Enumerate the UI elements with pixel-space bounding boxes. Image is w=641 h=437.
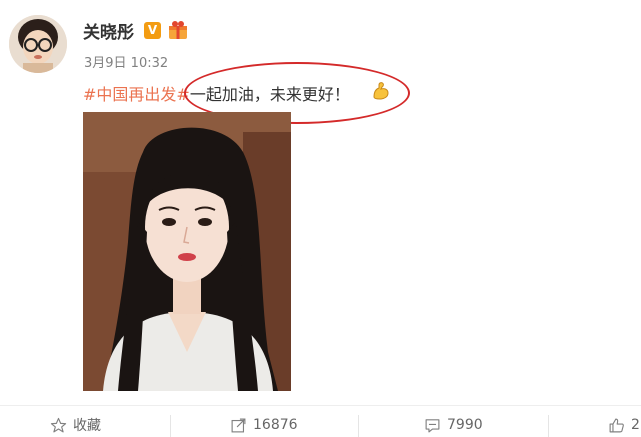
muscle-icon	[370, 80, 392, 102]
post-text: 一起加油，未来更好！	[189, 85, 350, 104]
action-separator	[170, 415, 171, 437]
comment-count: 7990	[447, 417, 483, 433]
action-bar-divider	[0, 405, 641, 406]
verified-badge: V	[144, 22, 161, 39]
action-separator	[358, 415, 359, 437]
share-icon	[231, 418, 246, 432]
post-timestamp[interactable]: 3月9日 10:32	[84, 52, 168, 71]
like-count: 2	[631, 417, 640, 433]
comment-icon	[425, 418, 440, 432]
avatar-image	[9, 15, 67, 73]
post-photo[interactable]	[83, 112, 291, 391]
favorite-button[interactable]: 收藏	[50, 413, 101, 437]
post-content: #中国再出发#一起加油，未来更好！	[83, 81, 350, 105]
star-icon	[50, 417, 67, 432]
favorite-label: 收藏	[73, 418, 101, 434]
like-button[interactable]: 2	[608, 413, 640, 437]
comment-button[interactable]: 7990	[424, 413, 483, 437]
action-separator	[548, 415, 549, 437]
portrait-image	[83, 112, 291, 391]
thumbs-up-icon	[609, 418, 624, 432]
user-name[interactable]: 关晓彤	[83, 18, 134, 43]
repost-count: 16876	[253, 417, 298, 433]
repost-button[interactable]: 16876	[230, 413, 298, 437]
hashtag-link[interactable]: #中国再出发#	[83, 85, 190, 104]
gift-icon	[166, 18, 190, 42]
avatar[interactable]	[9, 15, 67, 73]
